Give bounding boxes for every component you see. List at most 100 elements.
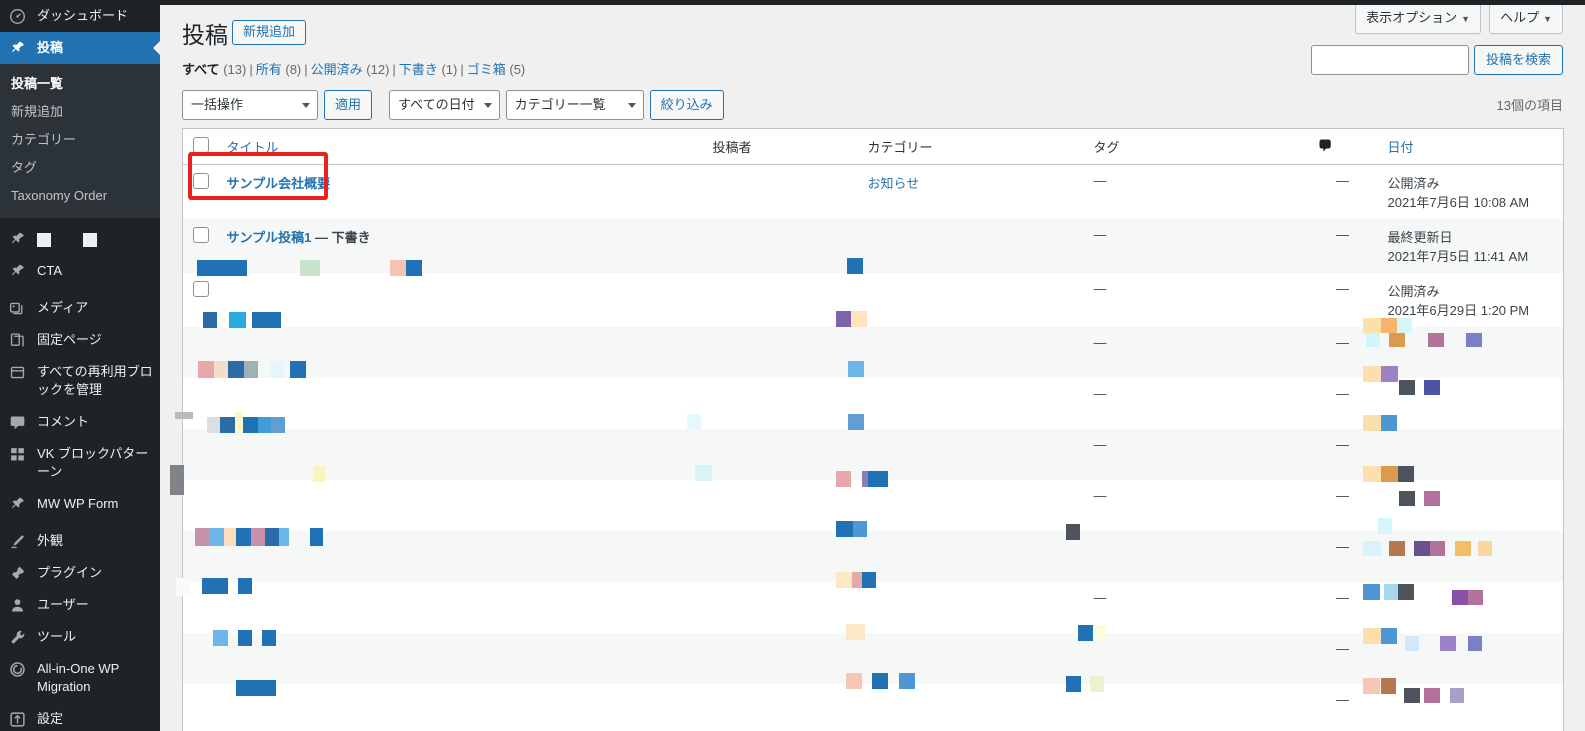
row-comments-cell: — <box>1308 531 1378 582</box>
sidebar-item-1[interactable]: 投稿 <box>0 32 160 64</box>
column-header-comments[interactable] <box>1307 128 1378 165</box>
sidebar-subitem-1[interactable]: 新規追加 <box>0 98 160 126</box>
redacted-block <box>406 260 422 276</box>
redacted-block <box>258 417 271 433</box>
status-filter-label[interactable]: ゴミ箱 <box>467 62 506 77</box>
sidebar-subitem-label: タグ <box>11 160 38 175</box>
date-filter-select[interactable]: すべての日付 <box>389 90 500 120</box>
grid-icon <box>9 445 31 463</box>
status-filter-label[interactable]: 公開済み <box>311 62 363 77</box>
redacted-block <box>836 521 853 537</box>
sidebar-item-10[interactable]: 外観 <box>0 525 160 557</box>
row-title-cell <box>217 480 703 531</box>
redacted-block <box>224 528 236 546</box>
row-checkbox[interactable] <box>193 281 209 297</box>
post-comment-count: — <box>1336 590 1349 605</box>
column-header-date[interactable]: 日付 <box>1377 128 1564 165</box>
plugin-icon <box>9 564 31 582</box>
row-tags-cell: — <box>1084 165 1308 220</box>
column-header-title[interactable]: タイトル <box>216 128 703 165</box>
sidebar-item-7[interactable]: コメント <box>0 406 160 438</box>
post-title-link[interactable]: サンプル投稿1 <box>227 230 312 245</box>
redacted-block <box>1399 491 1415 506</box>
row-title-cell <box>217 378 703 429</box>
sidebar-item-15[interactable]: 設定 <box>0 703 160 731</box>
category-filter-select[interactable]: カテゴリー一覧 <box>505 90 644 120</box>
sidebar-item-3[interactable]: CTA <box>0 255 160 287</box>
sidebar-item-14[interactable]: All-in-One WP Migration <box>0 653 160 703</box>
status-filter-label[interactable]: 所有 <box>256 62 282 77</box>
view-separator: | <box>304 62 308 77</box>
select-all-checkbox[interactable] <box>193 137 209 153</box>
row-checkbox-cell <box>183 684 217 731</box>
search-submit-button[interactable]: 投稿を検索 <box>1473 45 1563 75</box>
migration-icon <box>9 660 31 678</box>
row-author-cell <box>703 273 858 327</box>
sidebar-item-6[interactable]: すべての再利用ブロックを管理 <box>0 356 160 406</box>
post-tags: — <box>1093 173 1107 188</box>
redacted-block <box>847 258 863 274</box>
redacted-block <box>848 414 864 430</box>
sidebar-item-5[interactable]: 固定ページ <box>0 324 160 356</box>
table-row[interactable]: — — <box>182 480 1564 531</box>
search-input[interactable] <box>1310 45 1469 75</box>
status-filter-label[interactable]: 下書き <box>399 62 438 77</box>
table-row[interactable]: — — <box>182 378 1564 429</box>
help-button[interactable]: ヘルプ ▼ <box>1489 5 1563 34</box>
row-author-cell <box>703 684 858 731</box>
sidebar-item-label: 外観 <box>37 533 64 548</box>
sidebar-subitem-2[interactable]: カテゴリー <box>0 126 160 154</box>
redacted-block <box>1466 333 1482 347</box>
row-categories-cell <box>858 273 1084 327</box>
sidebar-item-12[interactable]: ユーザー <box>0 589 160 621</box>
table-row[interactable]: — — <box>182 582 1564 633</box>
table-row[interactable]: サンプル会社概要 お知らせ — — 公開済み 2021年7月6日 10:08 AM <box>182 164 1564 220</box>
bulk-action-select[interactable]: 一括操作 <box>182 90 318 120</box>
sidebar-item-0[interactable]: ダッシュボード <box>0 0 160 32</box>
sidebar-item-8[interactable]: VK ブロックパターーン <box>0 438 160 488</box>
table-row[interactable]: — — <box>182 327 1564 378</box>
add-new-post-button[interactable]: 新規追加 <box>232 20 307 45</box>
redacted-block <box>836 572 852 588</box>
sidebar-subitem-3[interactable]: タグ <box>0 154 160 182</box>
sidebar-item-13[interactable]: ツール <box>0 621 160 653</box>
redacted-block <box>1414 541 1430 556</box>
status-filter-3[interactable]: 下書き (1) | <box>399 62 467 77</box>
pin-icon <box>9 495 31 513</box>
post-date-value: 2021年7月5日 11:41 AM <box>1387 249 1529 264</box>
post-title-link[interactable]: サンプル会社概要 <box>227 176 331 191</box>
redacted-block <box>1066 524 1080 540</box>
status-filter-count: (1) <box>441 62 458 77</box>
sidebar-item-11[interactable]: プラグイン <box>0 557 160 589</box>
sidebar-subitem-0[interactable]: 投稿一覧 <box>0 70 160 98</box>
row-checkbox[interactable] <box>193 227 209 243</box>
status-filter-4[interactable]: ゴミ箱 (5) <box>467 62 526 77</box>
sidebar-subitem-label: 投稿一覧 <box>11 76 64 91</box>
row-tags-cell <box>1084 633 1308 684</box>
status-filter-0[interactable]: すべて (13) | <box>182 62 256 77</box>
row-checkbox[interactable] <box>193 173 209 189</box>
column-header-date-link[interactable]: 日付 <box>1388 140 1414 155</box>
status-filter-count: (13) <box>223 62 247 77</box>
redacted-block <box>1363 366 1381 382</box>
apply-bulk-action-button[interactable]: 適用 <box>324 90 373 120</box>
post-category-link[interactable]: お知らせ <box>868 176 920 191</box>
table-row[interactable]: — — 公開済み 2021年6月29日 1:20 PM <box>182 273 1564 327</box>
status-filter-label[interactable]: すべて <box>182 62 220 77</box>
column-header-title-link[interactable]: タイトル <box>227 140 279 155</box>
status-filter-1[interactable]: 所有 (8) | <box>256 62 311 77</box>
sidebar-item-9[interactable]: MW WP Form <box>0 488 160 520</box>
filter-button[interactable]: 絞り込み <box>649 90 724 120</box>
redacted-block <box>1381 415 1397 431</box>
table-row[interactable]: — <box>182 684 1564 731</box>
screen-options-button[interactable]: 表示オプション ▼ <box>1355 5 1482 34</box>
redacted-block <box>1381 466 1398 482</box>
sidebar-item-4[interactable]: メディア <box>0 292 160 324</box>
sidebar-item-2[interactable] <box>0 223 160 255</box>
post-status-suffix: — 下書き <box>311 230 371 245</box>
status-filter-2[interactable]: 公開済み (12) | <box>311 62 399 77</box>
redacted-block <box>1468 590 1483 605</box>
sidebar-subitem-label: カテゴリー <box>11 132 77 147</box>
sidebar-subitem-4[interactable]: Taxonomy Order <box>0 182 160 210</box>
sidebar-item-label: MW WP Form <box>37 496 119 511</box>
